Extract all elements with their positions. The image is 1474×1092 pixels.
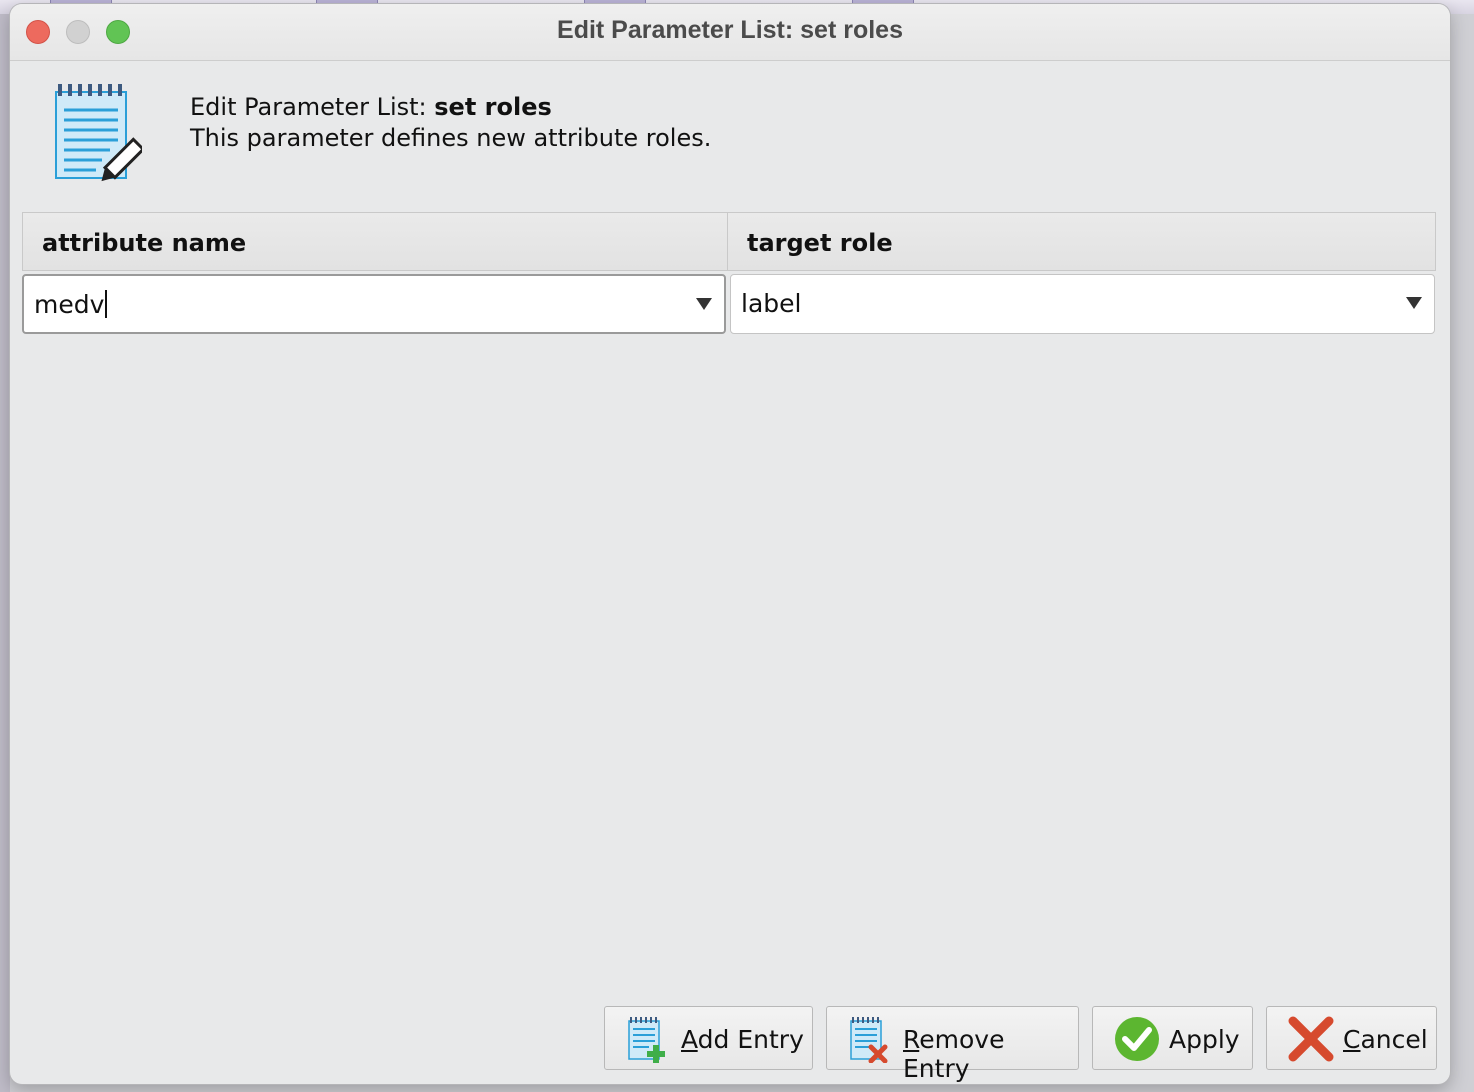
apply-button[interactable]: Apply — [1092, 1006, 1253, 1070]
chevron-down-icon[interactable] — [1406, 297, 1422, 309]
check-icon — [1115, 1017, 1159, 1061]
remove-entry-icon — [850, 1017, 888, 1063]
target-role-combobox[interactable]: label — [730, 274, 1435, 334]
add-entry-icon — [628, 1017, 665, 1063]
header-text: Edit Parameter List: set roles This para… — [190, 92, 711, 154]
notepad-edit-icon — [55, 84, 142, 182]
column-header-target-role[interactable]: target role — [728, 213, 1435, 270]
apply-label: Apply — [1169, 1025, 1240, 1054]
table-header: attribute name target role — [22, 212, 1436, 271]
column-header-attribute-name[interactable]: attribute name — [23, 213, 728, 270]
cancel-x-icon — [1288, 1016, 1334, 1062]
remove-entry-label: Remove Entry — [903, 1025, 1078, 1083]
header-description: This parameter defines new attribute rol… — [190, 124, 712, 152]
edit-parameter-dialog: Edit Parameter List: set roles Edit Para… — [10, 4, 1450, 1084]
remove-entry-label-rest: emove Entry — [903, 1025, 1005, 1083]
add-entry-label-rest: dd Entry — [697, 1025, 804, 1054]
cancel-mnemonic: C — [1343, 1025, 1361, 1054]
chevron-down-icon[interactable] — [696, 298, 712, 310]
add-entry-mnemonic: A — [681, 1025, 698, 1054]
remove-entry-mnemonic: R — [903, 1025, 920, 1054]
cancel-label: Cancel — [1343, 1025, 1428, 1054]
target-role-value: label — [741, 289, 802, 318]
title-bar: Edit Parameter List: set roles — [10, 4, 1450, 61]
attribute-name-combobox[interactable]: medv — [22, 274, 726, 334]
header-title: Edit Parameter List: set roles — [190, 92, 711, 123]
cancel-label-rest: ancel — [1360, 1025, 1428, 1054]
attribute-name-value[interactable]: medv — [34, 290, 108, 319]
add-entry-button[interactable]: Add Entry — [604, 1006, 813, 1070]
text-caret — [105, 290, 108, 318]
background-app — [0, 0, 10, 1092]
header-title-prefix: Edit Parameter List: — [190, 93, 435, 121]
remove-entry-button[interactable]: Remove Entry — [826, 1006, 1079, 1083]
header-title-bold: set roles — [434, 93, 552, 121]
add-entry-label: Add Entry — [681, 1025, 804, 1054]
attribute-name-text: medv — [34, 290, 105, 319]
cancel-button[interactable]: Cancel — [1266, 1006, 1437, 1070]
window-title: Edit Parameter List: set roles — [557, 16, 903, 44]
